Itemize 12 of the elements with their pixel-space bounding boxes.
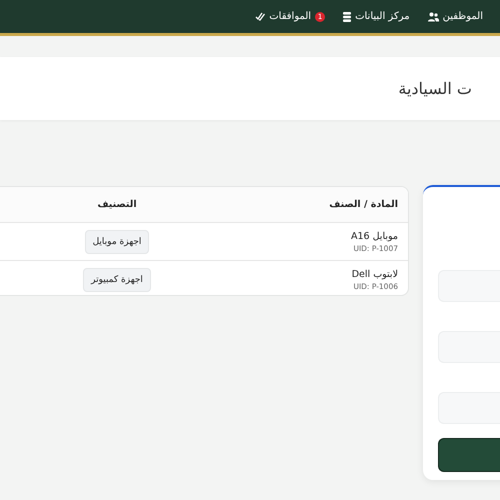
database-icon xyxy=(343,12,352,22)
category-tag: اجهزة موبايل xyxy=(84,230,150,254)
item-name: لابتوب Dell xyxy=(352,268,398,280)
users-icon xyxy=(428,12,439,22)
column-header: التصنيف xyxy=(97,199,137,210)
double-check-icon xyxy=(255,12,266,21)
page-title: ت السيادية xyxy=(398,79,472,98)
nav-link[interactable]: الموظفين xyxy=(428,11,483,22)
item-name: موبايل A16 xyxy=(351,230,398,242)
nav-link[interactable]: مركز البيانات xyxy=(343,11,410,22)
category-tag: اجهزة كمبيوتر xyxy=(83,268,151,292)
column-header: المادة / الصنف xyxy=(329,199,398,210)
